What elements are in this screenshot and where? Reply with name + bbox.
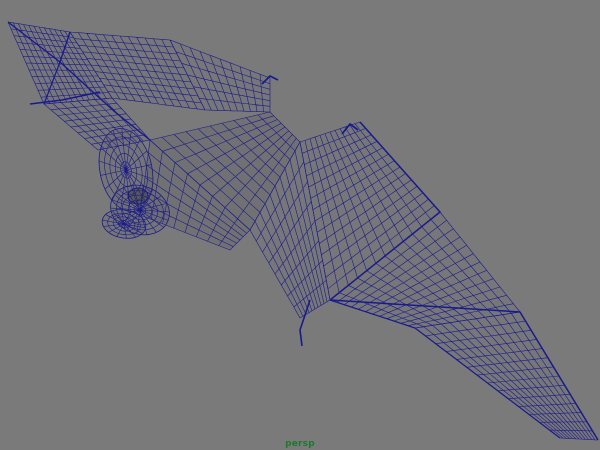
eye bbox=[127, 187, 149, 205]
right-wing bbox=[249, 121, 599, 441]
bat-wireframe-model[interactable] bbox=[0, 0, 600, 450]
maya-persp-viewport[interactable]: persp bbox=[0, 0, 600, 450]
camera-name-label: persp bbox=[285, 439, 315, 449]
